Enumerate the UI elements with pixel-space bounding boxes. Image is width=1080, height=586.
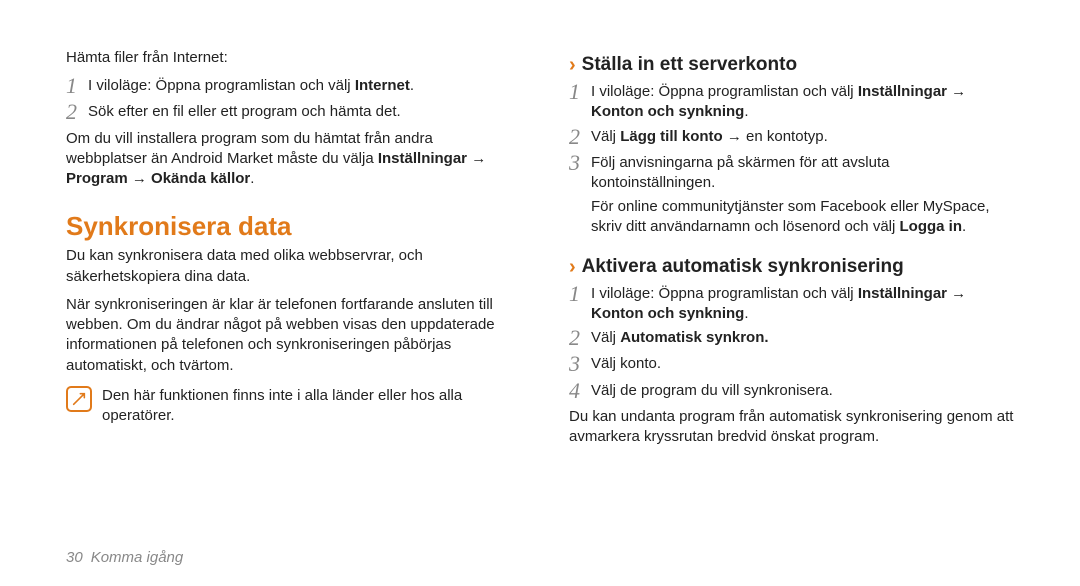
- exclude-note: Du kan undanta program från automatisk s…: [569, 407, 1014, 448]
- step-text: Sök efter en fil eller ett program och h…: [88, 100, 511, 122]
- step-text: I viloläge: Öppna programlistan och välj…: [591, 80, 1014, 123]
- step-text: Välj Automatisk synkron.: [591, 326, 1014, 348]
- right-b-step: 4 Välj de program du vill synkronisera.: [569, 379, 1014, 403]
- step-text: I viloläge: Öppna programlistan och välj…: [88, 74, 511, 96]
- right-a-step: 3 Följ anvisningarna på skärmen för att …: [569, 151, 1014, 194]
- step-text: Välj Lägg till konto → en kontotyp.: [591, 125, 1014, 147]
- step-number: 1: [66, 74, 88, 98]
- right-a-step: 1 I viloläge: Öppna programlistan och vä…: [569, 80, 1014, 123]
- step-number: 3: [569, 352, 591, 376]
- footer-section: Komma igång: [91, 549, 184, 566]
- step-text: Välj konto.: [591, 352, 1014, 374]
- step-number: 2: [569, 326, 591, 350]
- left-step: 1 I viloläge: Öppna programlistan och vä…: [66, 74, 511, 98]
- subheading-server-account: › Ställa in ett serverkonto: [569, 54, 1014, 76]
- login-note: För online communitytjänster som Faceboo…: [591, 197, 1014, 238]
- note-icon: [66, 386, 92, 412]
- step-number: 2: [569, 125, 591, 149]
- sync-paragraph: När synkroniseringen är klar är telefone…: [66, 295, 511, 376]
- step-text: I viloläge: Öppna programlistan och välj…: [591, 282, 1014, 325]
- right-column: › Ställa in ett serverkonto 1 I viloläge…: [569, 48, 1014, 453]
- step-text: Välj de program du vill synkronisera.: [591, 379, 1014, 401]
- right-b-step: 1 I viloläge: Öppna programlistan och vä…: [569, 282, 1014, 325]
- left-column: Hämta filer från Internet: 1 I viloläge:…: [66, 48, 511, 453]
- note-text: Den här funktionen finns inte i alla län…: [102, 386, 511, 427]
- step-number: 2: [66, 100, 88, 124]
- sync-paragraph: Du kan synkronisera data med olika webbs…: [66, 246, 511, 287]
- step-number: 3: [569, 151, 591, 175]
- right-b-step: 3 Välj konto.: [569, 352, 1014, 376]
- chevron-icon: ›: [569, 55, 576, 75]
- page-footer: 30 Komma igång: [66, 549, 183, 566]
- right-b-step: 2 Välj Automatisk synkron.: [569, 326, 1014, 350]
- step-number: 4: [569, 379, 591, 403]
- page-number: 30: [66, 549, 83, 566]
- step-number: 1: [569, 80, 591, 104]
- intro-text: Hämta filer från Internet:: [66, 48, 511, 68]
- right-a-step: 2 Välj Lägg till konto → en kontotyp.: [569, 125, 1014, 149]
- step-text: Följ anvisningarna på skärmen för att av…: [591, 151, 1014, 194]
- subheading-auto-sync: › Aktivera automatisk synkronisering: [569, 256, 1014, 278]
- section-heading-sync: Synkronisera data: [66, 211, 511, 242]
- left-step: 2 Sök efter en fil eller ett program och…: [66, 100, 511, 124]
- chevron-icon: ›: [569, 257, 576, 277]
- note-block: Den här funktionen finns inte i alla län…: [66, 386, 511, 433]
- step-number: 1: [569, 282, 591, 306]
- install-note: Om du vill installera program som du häm…: [66, 129, 511, 190]
